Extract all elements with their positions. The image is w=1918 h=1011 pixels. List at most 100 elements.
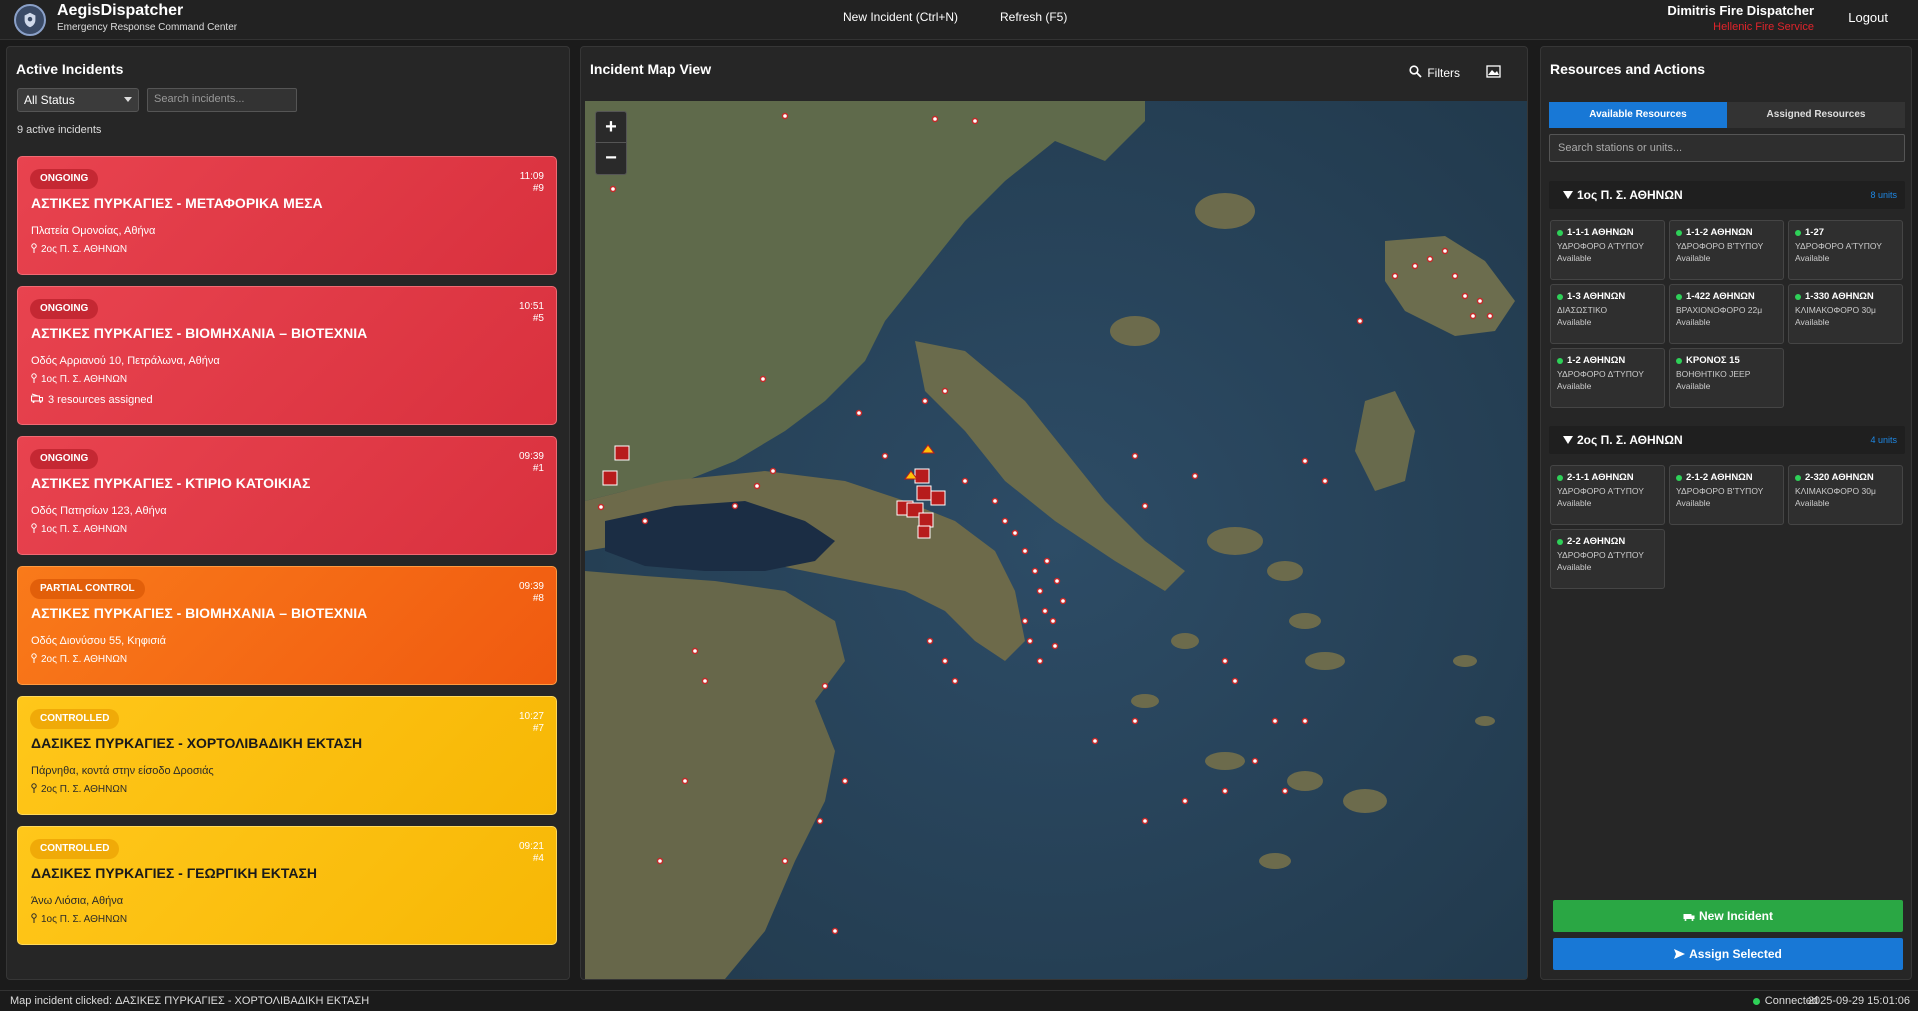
incident-time: 09:21 #4 — [518, 841, 544, 864]
incident-address: Οδός Αρριανού 10, Πετράλωνα, Αθήνα — [31, 355, 220, 367]
unit-name: ΚΡΟΝΟΣ 15 — [1676, 355, 1777, 366]
unit-status: Available — [1557, 317, 1592, 327]
incident-search-input[interactable]: Search incidents... — [147, 88, 297, 112]
status-message: Map incident clicked: ΔΑΣΙΚΕΣ ΠΥΡΚΑΓΙΕΣ … — [10, 995, 370, 1007]
unit-card[interactable]: 2-320 ΑΘΗΝΩΝ ΚΛΙΜΑΚΟΦΟΡΟ 30μ Available — [1788, 465, 1903, 525]
refresh-link[interactable]: Refresh (F5) — [1000, 10, 1067, 24]
unit-card[interactable]: 1-330 ΑΘΗΝΩΝ ΚΛΙΜΑΚΟΦΟΡΟ 30μ Available — [1788, 284, 1903, 344]
unit-card[interactable]: 2-1-1 ΑΘΗΝΩΝ ΥΔΡΟΦΟΡΟ Α'ΤΥΠΟΥ Available — [1550, 465, 1665, 525]
fire-truck-icon — [31, 393, 43, 406]
incident-title: ΔΑΣΙΚΕΣ ΠΥΡΚΑΓΙΕΣ - ΧΟΡΤΟΛΙΒΑΔΙΚΗ ΕΚΤΑΣΗ — [31, 735, 363, 751]
incident-title: ΑΣΤΙΚΕΣ ΠΥΡΚΑΓΙΕΣ - ΚΤΙΡΙΟ ΚΑΤΟΙΚΙΑΣ — [31, 475, 311, 491]
incident-address: Οδός Πατησίων 123, Αθήνα — [31, 505, 167, 517]
top-bar: AegisDispatcher Emergency Response Comma… — [0, 0, 1918, 40]
unit-type: ΥΔΡΟΦΟΡΟ Β'ΤΥΠΟΥ — [1676, 486, 1764, 496]
unit-card[interactable]: 1-1-2 ΑΘΗΝΩΝ ΥΔΡΟΦΟΡΟ Β'ΤΥΠΟΥ Available — [1669, 220, 1784, 280]
assign-selected-button[interactable]: Assign Selected — [1553, 938, 1903, 970]
incident-time: 11:09 #9 — [519, 171, 544, 194]
station-name: 1ος Π. Σ. ΑΘΗΝΩΝ — [1577, 188, 1683, 202]
unit-status: Available — [1676, 253, 1711, 263]
unit-name: 1-422 ΑΘΗΝΩΝ — [1676, 291, 1777, 302]
available-dot-icon — [1795, 293, 1801, 300]
incident-card[interactable]: CONTROLLED 09:21 #4 ΔΑΣΙΚΕΣ ΠΥΡΚΑΓΙΕΣ - Γ… — [17, 826, 557, 945]
unit-type: ΥΔΡΟΦΟΡΟ Β'ΤΥΠΟΥ — [1676, 241, 1764, 251]
status-badge: ONGOING — [30, 299, 99, 319]
unit-status: Available — [1795, 253, 1830, 263]
incident-title: ΑΣΤΙΚΕΣ ΠΥΡΚΑΓΙΕΣ - ΒΙΟΜΗΧΑΝΙΑ – ΒΙΟΤΕΧΝ… — [31, 605, 368, 621]
resource-search-input[interactable]: Search stations or units... — [1549, 134, 1905, 162]
available-dot-icon — [1557, 229, 1563, 236]
unit-type: ΚΛΙΜΑΚΟΦΟΡΟ 30μ — [1795, 486, 1876, 496]
satellite-map — [585, 101, 1527, 979]
incident-time: 10:27 #7 — [518, 711, 544, 734]
incident-map-panel: Incident Map View Filters + − — [580, 46, 1528, 980]
status-badge: CONTROLLED — [30, 839, 120, 859]
station-group-header[interactable]: 1ος Π. Σ. ΑΘΗΝΩΝ 8 units — [1549, 181, 1905, 209]
incident-card[interactable]: ONGOING 09:39 #1 ΑΣΤΙΚΕΣ ΠΥΡΚΑΓΙΕΣ - ΚΤΙΡ… — [17, 436, 557, 555]
zoom-in-button[interactable]: + — [596, 112, 626, 143]
map-zoom-control: + − — [595, 111, 627, 175]
resource-tabs: Available Resources Assigned Resources — [1549, 102, 1905, 128]
incident-card[interactable]: PARTIAL CONTROL 09:39 #8 ΑΣΤΙΚΕΣ ΠΥΡΚΑΓΙΕ… — [17, 566, 557, 685]
tab-assigned-resources[interactable]: Assigned Resources — [1727, 102, 1905, 128]
map-panel-title: Incident Map View — [590, 61, 712, 77]
available-dot-icon — [1557, 357, 1563, 364]
search-icon — [1409, 65, 1422, 81]
unit-card[interactable]: 1-1-1 ΑΘΗΝΩΝ ΥΔΡΟΦΟΡΟ Α'ΤΥΠΟΥ Available — [1550, 220, 1665, 280]
new-incident-button[interactable]: New Incident — [1553, 900, 1903, 932]
unit-card[interactable]: 1-422 ΑΘΗΝΩΝ ΒΡΑΧΙΟΝΟΦΟΡΟ 22μ Available — [1669, 284, 1784, 344]
unit-type: ΥΔΡΟΦΟΡΟ Δ'ΤΥΠΟΥ — [1557, 550, 1644, 560]
unit-status: Available — [1676, 381, 1711, 391]
unit-type: ΥΔΡΟΦΟΡΟ Α'ΤΥΠΟΥ — [1557, 241, 1644, 251]
incident-station: 1ος Π. Σ. ΑΘΗΝΩΝ — [31, 913, 127, 926]
incident-card[interactable]: ONGOING 10:51 #5 ΑΣΤΙΚΕΣ ΠΥΡΚΑΓΙΕΣ - ΒΙΟΜ… — [17, 286, 557, 425]
incident-card[interactable]: CONTROLLED 10:27 #7 ΔΑΣΙΚΕΣ ΠΥΡΚΑΓΙΕΣ - Χ… — [17, 696, 557, 815]
unit-count: 8 units — [1870, 190, 1897, 200]
incident-station: 1ος Π. Σ. ΑΘΗΝΩΝ — [31, 523, 127, 536]
tab-available-resources[interactable]: Available Resources — [1549, 102, 1727, 128]
new-incident-link[interactable]: New Incident (Ctrl+N) — [843, 10, 958, 24]
unit-status: Available — [1557, 381, 1592, 391]
status-filter-select[interactable]: All Status — [17, 88, 139, 112]
available-dot-icon — [1795, 229, 1801, 236]
unit-card[interactable]: 1-3 ΑΘΗΝΩΝ ΔΙΑΣΩΣΤΙΚΟ Available — [1550, 284, 1665, 344]
resources-panel: Resources and Actions Available Resource… — [1540, 46, 1912, 980]
unit-type: ΥΔΡΟΦΟΡΟ Δ'ΤΥΠΟΥ — [1557, 369, 1644, 379]
filters-label: Filters — [1427, 66, 1460, 80]
status-badge: ONGOING — [30, 169, 99, 189]
pin-icon — [31, 913, 37, 926]
incident-card[interactable]: ONGOING 11:09 #9 ΑΣΤΙΚΕΣ ΠΥΡΚΑΓΙΕΣ - ΜΕΤΑ… — [17, 156, 557, 275]
zoom-out-button[interactable]: − — [596, 143, 626, 174]
unit-card[interactable]: 2-1-2 ΑΘΗΝΩΝ ΥΔΡΟΦΟΡΟ Β'ΤΥΠΟΥ Available — [1669, 465, 1784, 525]
chevron-down-icon — [124, 97, 132, 102]
incident-title: ΑΣΤΙΚΕΣ ΠΥΡΚΑΓΙΕΣ - ΒΙΟΜΗΧΑΝΙΑ – ΒΙΟΤΕΧΝ… — [31, 325, 368, 341]
incident-count: 9 active incidents — [17, 124, 102, 136]
incident-address: Οδός Διονύσου 55, Κηφισιά — [31, 635, 166, 647]
incident-station: 2ος Π. Σ. ΑΘΗΝΩΝ — [31, 783, 127, 796]
unit-name: 1-330 ΑΘΗΝΩΝ — [1795, 291, 1896, 302]
unit-card[interactable]: 2-2 ΑΘΗΝΩΝ ΥΔΡΟΦΟΡΟ Δ'ΤΥΠΟΥ Available — [1550, 529, 1665, 589]
filters-button[interactable]: Filters — [1409, 65, 1460, 81]
unit-type: ΚΛΙΜΑΚΟΦΟΡΟ 30μ — [1795, 305, 1876, 315]
user-name: Dimitris Fire Dispatcher — [1667, 3, 1814, 18]
pin-icon — [31, 653, 37, 666]
unit-type: ΔΙΑΣΩΣΤΙΚΟ — [1557, 305, 1608, 315]
map-canvas[interactable]: + − — [585, 101, 1527, 979]
unit-status: Available — [1676, 317, 1711, 327]
unit-card[interactable]: 1-2 ΑΘΗΝΩΝ ΥΔΡΟΦΟΡΟ Δ'ΤΥΠΟΥ Available — [1550, 348, 1665, 408]
map-layers-icon[interactable] — [1486, 65, 1501, 81]
incident-resources: 3 resources assigned — [31, 393, 153, 406]
unit-type: ΒΡΑΧΙΟΝΟΦΟΡΟ 22μ — [1676, 305, 1763, 315]
station-group-header[interactable]: 2ος Π. Σ. ΑΘΗΝΩΝ 4 units — [1549, 426, 1905, 454]
incidents-panel-title: Active Incidents — [16, 61, 124, 77]
available-dot-icon — [1676, 229, 1682, 236]
user-organization: Hellenic Fire Service — [1713, 21, 1814, 33]
unit-card[interactable]: ΚΡΟΝΟΣ 15 ΒΟΗΘΗΤΙΚΟ JEEP Available — [1669, 348, 1784, 408]
unit-name: 1-1-1 ΑΘΗΝΩΝ — [1557, 227, 1658, 238]
available-dot-icon — [1557, 293, 1563, 300]
logout-button[interactable]: Logout — [1848, 10, 1888, 25]
unit-type: ΥΔΡΟΦΟΡΟ Α'ΤΥΠΟΥ — [1795, 241, 1882, 251]
unit-card[interactable]: 1-27 ΥΔΡΟΦΟΡΟ Α'ΤΥΠΟΥ Available — [1788, 220, 1903, 280]
incident-address: Άνω Λιόσια, Αθήνα — [31, 895, 124, 907]
app-subtitle: Emergency Response Command Center — [57, 22, 238, 33]
